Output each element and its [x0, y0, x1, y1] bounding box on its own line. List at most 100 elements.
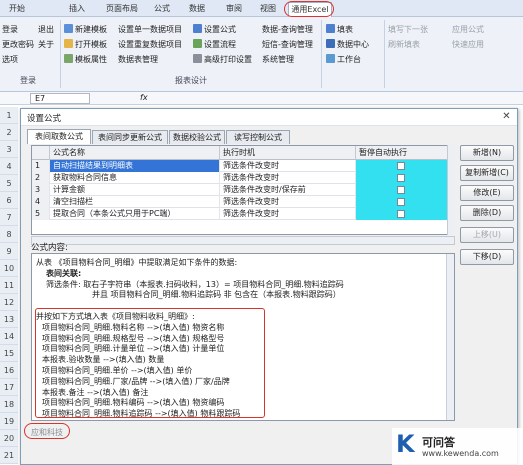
row-header[interactable]: 13 — [0, 311, 18, 328]
row-header[interactable]: 18 — [0, 396, 18, 413]
workbench-icon — [326, 54, 335, 63]
delete-button[interactable]: 删除(D) — [460, 205, 514, 221]
data-center-button[interactable]: 数据中心 — [326, 39, 369, 51]
row-header[interactable]: 1 — [0, 107, 18, 124]
row-header[interactable]: 3 — [0, 141, 18, 158]
workbench-button[interactable]: 工作台 — [326, 54, 361, 66]
table-row[interactable]: 5 提取合同（本条公式只用于PC端） 筛选条件改变时 — [32, 208, 454, 220]
repeat-data-item-button[interactable]: 设置重复数据项目 — [118, 39, 182, 51]
open-template-button[interactable]: 打开模板 — [64, 39, 107, 51]
move-down-button[interactable]: 下移(D) — [460, 249, 514, 265]
sms-query-mgmt-button[interactable]: 短信-查询管理 — [262, 39, 313, 51]
template-props-button[interactable]: 模板属性 — [64, 54, 107, 66]
pause-checkbox[interactable] — [397, 210, 405, 218]
tab-home[interactable]: 开始 — [4, 2, 30, 16]
formula-name-cell: 清空扫描栏 — [50, 196, 220, 208]
quick-apply-button[interactable]: 快速应用 — [452, 39, 484, 51]
formula-scrollbar[interactable] — [446, 254, 454, 420]
set-formula-button[interactable]: 设置公式 — [193, 24, 236, 36]
open-template-label: 打开模板 — [75, 40, 107, 49]
formula-name-cell: 提取合同（本条公式只用于PC端） — [50, 208, 220, 220]
row-header[interactable]: 7 — [0, 209, 18, 226]
close-icon[interactable]: ✕ — [500, 111, 513, 123]
ribbon-separator — [60, 20, 61, 88]
printer-icon — [193, 54, 202, 63]
add-button[interactable]: 新增(N) — [460, 145, 514, 161]
row-header[interactable]: 20 — [0, 430, 18, 447]
print-settings-button[interactable]: 高级打印设置 — [193, 54, 252, 66]
pause-checkbox[interactable] — [397, 174, 405, 182]
logout-button[interactable]: 退出 — [38, 24, 54, 36]
tab-sync-update[interactable]: 表间同步更新公式 — [92, 130, 168, 144]
row-header[interactable]: 4 — [0, 158, 18, 175]
pause-checkbox[interactable] — [397, 162, 405, 170]
formula-content-box[interactable]: 从表 《项目物料合同_明细》中提取满足如下条件的数据: 表间关联: 筛选条件: 取右… — [31, 253, 455, 421]
tab-data[interactable]: 数据 — [185, 2, 209, 16]
row-header[interactable]: 12 — [0, 294, 18, 311]
copy-add-button[interactable]: 复制新增(C) — [460, 165, 514, 181]
timing-cell: 筛选条件改变时 — [220, 160, 356, 172]
row-header[interactable]: 17 — [0, 379, 18, 396]
row-header[interactable]: 6 — [0, 192, 18, 209]
tab-insert[interactable]: 插入 — [66, 2, 88, 16]
row-index: 4 — [32, 196, 50, 208]
row-header[interactable]: 21 — [0, 447, 18, 464]
set-formula-dialog: 设置公式 ✕ 表间取数公式 表间同步更新公式 数据校验公式 读写控制公式 公式名… — [20, 108, 518, 465]
apply-formula-button[interactable]: 应用公式 — [452, 24, 484, 36]
data-table-mgmt-button[interactable]: 数据表管理 — [118, 54, 158, 66]
formula-table: 公式名称 执行时机 暂停自动执行 1 自动扫描结果到明细表 筛选条件改变时 2 获取物料… — [31, 145, 455, 235]
tab-review[interactable]: 审阅 — [222, 2, 246, 16]
row-header[interactable]: 10 — [0, 260, 18, 277]
table-hscrollbar[interactable] — [31, 236, 455, 245]
fx-icon[interactable]: fx — [140, 93, 148, 102]
set-flow-button[interactable]: 设置流程 — [193, 39, 236, 51]
table-row[interactable]: 2 获取物料合同信息 筛选条件改变时 — [32, 172, 454, 184]
tab-inter-table-fetch[interactable]: 表间取数公式 — [27, 129, 91, 144]
row-header[interactable]: 9 — [0, 243, 18, 260]
about-button[interactable]: 关于 — [38, 39, 54, 51]
watermark-brand: 可问答 — [422, 436, 455, 449]
dialog-title: 设置公式 — [27, 114, 62, 124]
new-template-button[interactable]: 新建模板 — [64, 24, 107, 36]
pause-cell — [356, 160, 448, 172]
row-header[interactable]: 5 — [0, 175, 18, 192]
table-row[interactable]: 4 清空扫描栏 筛选条件改变时 — [32, 196, 454, 208]
set-formula-label: 设置公式 — [204, 25, 236, 34]
pause-checkbox[interactable] — [397, 186, 405, 194]
system-mgmt-button[interactable]: 系统管理 — [262, 54, 294, 66]
row-header[interactable]: 11 — [0, 277, 18, 294]
tab-view[interactable]: 视图 — [256, 2, 280, 16]
tab-validation[interactable]: 数据校验公式 — [169, 130, 225, 144]
set-flow-label: 设置流程 — [204, 40, 236, 49]
change-password-button[interactable]: 更改密码 — [2, 39, 34, 51]
formula-line: 表间关联: — [46, 268, 82, 278]
name-box[interactable]: E7 — [30, 93, 90, 104]
single-data-item-button[interactable]: 设置单一数据项目 — [118, 24, 182, 36]
pause-checkbox[interactable] — [397, 198, 405, 206]
row-header[interactable]: 15 — [0, 345, 18, 362]
row-header[interactable]: 16 — [0, 362, 18, 379]
fill-form-button[interactable]: 填表 — [326, 24, 353, 36]
table-vscrollbar[interactable] — [447, 145, 455, 235]
refresh-fill-button[interactable]: 刷新填表 — [388, 39, 420, 51]
table-row[interactable]: 1 自动扫描结果到明细表 筛选条件改变时 — [32, 160, 454, 172]
row-header[interactable]: 19 — [0, 413, 18, 430]
table-row[interactable]: 3 计算金额 筛选条件改变时/保存前 — [32, 184, 454, 196]
row-header[interactable]: 14 — [0, 328, 18, 345]
col-header-index — [32, 146, 50, 160]
move-up-button[interactable]: 上移(U) — [460, 227, 514, 243]
fill-next-button[interactable]: 填写下一张 — [388, 24, 428, 36]
fill-form-label: 填表 — [337, 25, 353, 34]
row-index: 1 — [32, 160, 50, 172]
options-button[interactable]: 选项 — [2, 54, 18, 66]
row-header[interactable]: 2 — [0, 124, 18, 141]
data-query-mgmt-button[interactable]: 数据-查询管理 — [262, 24, 313, 36]
row-header[interactable]: 8 — [0, 226, 18, 243]
tab-formula[interactable]: 公式 — [150, 2, 174, 16]
formula-line: 并且 项目物料合同_明细.物料追踪码 非 包含在（本报表.物料跟踪码） — [92, 290, 341, 300]
pause-cell — [356, 196, 448, 208]
edit-button[interactable]: 修改(E) — [460, 185, 514, 201]
login-button[interactable]: 登录 — [2, 24, 18, 36]
tab-read-write[interactable]: 读写控制公式 — [226, 130, 290, 144]
tab-page-layout[interactable]: 页面布局 — [100, 2, 144, 16]
